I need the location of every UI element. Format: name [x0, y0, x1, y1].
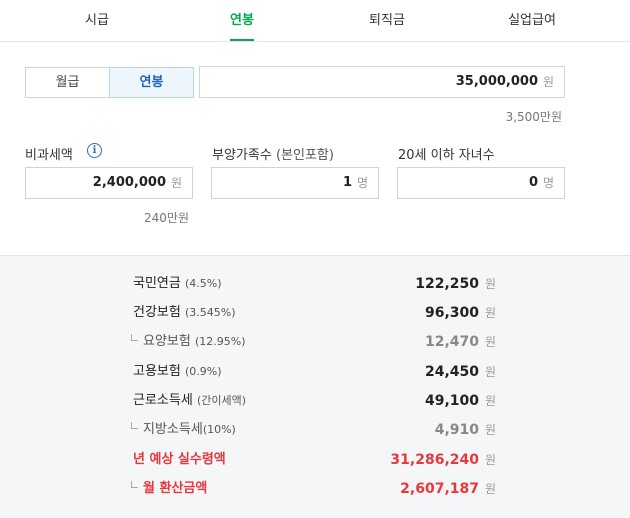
results-panel: 국민연금 (4.5%) 122,250 원 건강보험 (3.545%) 96,3…	[0, 255, 630, 518]
result-unit: 원	[485, 365, 497, 379]
result-name: 년 예상 실수령액	[133, 452, 226, 467]
result-name-text: 국민연금	[133, 276, 181, 291]
result-name: 국민연금 (4.5%)	[133, 274, 222, 294]
dependents-input[interactable]: 1 명	[211, 167, 379, 199]
result-name: 근로소득세 (간이세액)	[133, 391, 246, 411]
tab-bar: 시급 연봉 퇴직금 실업급여	[0, 0, 630, 42]
result-name-text: 근로소득세	[133, 393, 193, 408]
result-row-health-insurance: 건강보험 (3.545%) 96,300 원	[0, 303, 630, 323]
salary-hint: 3,500만원	[505, 110, 562, 124]
result-name-text: 고용보험	[133, 364, 181, 379]
result-row-local-income-tax: 지방소득세(10%) 4,910 원	[0, 420, 630, 440]
tab-hourly-wage[interactable]: 시급	[85, 0, 109, 42]
monthly-toggle-button[interactable]: 월급	[25, 67, 110, 98]
result-rate: (4.5%)	[184, 277, 222, 290]
result-rate: (10%)	[202, 423, 236, 436]
dependents-label-paren: (본인포함)	[275, 148, 334, 163]
nontax-value: 2,400,000	[92, 175, 166, 190]
nontax-unit: 원	[170, 176, 182, 190]
result-row-national-pension: 국민연금 (4.5%) 122,250 원	[0, 274, 630, 294]
children-unit: 명	[542, 176, 554, 190]
result-unit: 원	[485, 306, 497, 320]
nontax-label: 비과세액	[25, 148, 73, 163]
sub-item-corner-icon	[131, 334, 138, 341]
result-unit: 원	[485, 277, 497, 291]
result-row-employment-insurance: 고용보험 (0.9%) 24,450 원	[0, 362, 630, 382]
result-unit: 원	[485, 394, 497, 408]
result-row-monthly-net-pay: 월 환산금액 2,607,187 원	[0, 479, 630, 499]
salary-value: 35,000,000	[455, 74, 538, 89]
result-rate: (12.95%)	[194, 335, 246, 348]
dependents-label: 부양가족수 (본인포함)	[212, 144, 334, 163]
result-amount: 31,286,240	[390, 452, 479, 468]
result-name-text: 건강보험	[133, 305, 181, 320]
result-name-text: 지방소득세	[143, 422, 203, 437]
result-unit: 원	[485, 453, 497, 467]
result-name: 지방소득세(10%)	[131, 420, 236, 440]
result-unit: 원	[485, 482, 497, 496]
result-rate: (0.9%)	[184, 365, 222, 378]
result-amount: 4,910	[434, 422, 479, 438]
children-input[interactable]: 0 명	[397, 167, 565, 199]
annual-toggle-button[interactable]: 연봉	[109, 67, 194, 98]
tab-unemployment-benefit[interactable]: 실업급여	[508, 0, 556, 42]
nontax-hint: 240만원	[144, 211, 189, 225]
result-name-text: 요양보험	[143, 334, 191, 349]
children-value: 0	[528, 175, 538, 190]
result-row-long-term-care: 요양보험 (12.95%) 12,470 원	[0, 332, 630, 352]
result-amount: 49,100	[424, 393, 479, 409]
salary-unit: 원	[542, 75, 554, 89]
dependents-unit: 명	[356, 176, 368, 190]
result-name: 고용보험 (0.9%)	[133, 362, 222, 382]
result-name-text: 월 환산금액	[143, 481, 208, 496]
result-amount: 2,607,187	[400, 481, 479, 497]
result-name: 월 환산금액	[131, 479, 207, 499]
result-rate: (3.545%)	[184, 306, 236, 319]
sub-item-corner-icon	[131, 481, 138, 488]
result-amount: 12,470	[424, 334, 479, 350]
result-amount: 24,450	[424, 364, 479, 380]
info-icon[interactable]: i	[87, 143, 102, 158]
result-row-income-tax: 근로소득세 (간이세액) 49,100 원	[0, 391, 630, 411]
result-amount: 96,300	[424, 305, 479, 321]
dependents-label-text: 부양가족수	[212, 148, 272, 163]
tab-severance-pay[interactable]: 퇴직금	[369, 0, 405, 42]
nontax-input[interactable]: 2,400,000 원	[25, 167, 193, 199]
result-row-annual-net-pay: 년 예상 실수령액 31,286,240 원	[0, 450, 630, 470]
result-name: 건강보험 (3.545%)	[133, 303, 236, 323]
children-label: 20세 이하 자녀수	[398, 148, 495, 163]
result-unit: 원	[485, 335, 497, 349]
result-name: 요양보험 (12.95%)	[131, 332, 246, 352]
result-amount: 122,250	[415, 276, 479, 292]
tab-annual-salary[interactable]: 연봉	[230, 0, 254, 42]
result-unit: 원	[485, 423, 497, 437]
result-rate: (간이세액)	[196, 394, 247, 407]
salary-input[interactable]: 35,000,000 원	[199, 66, 565, 98]
dependents-value: 1	[342, 175, 352, 190]
sub-item-corner-icon	[131, 422, 138, 429]
